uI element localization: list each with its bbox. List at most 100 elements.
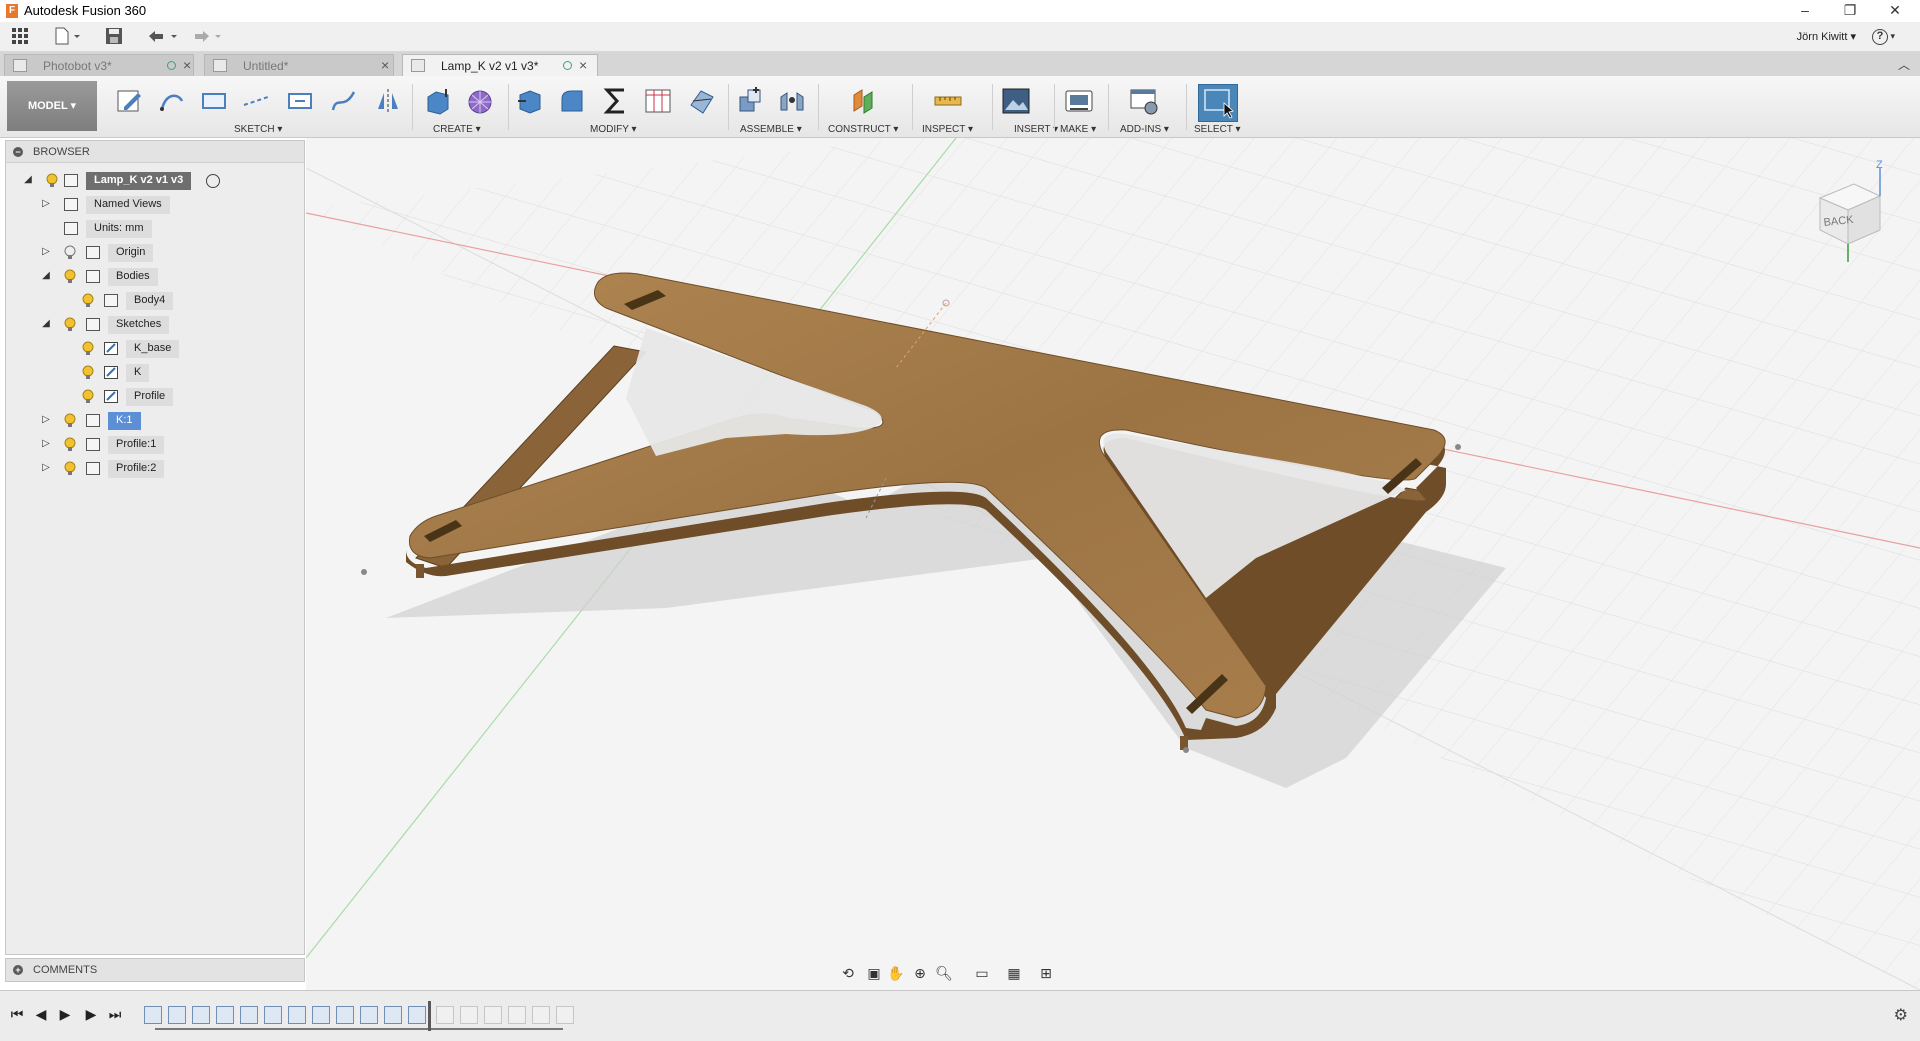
save-icon[interactable] <box>100 27 128 49</box>
tree-root[interactable]: ◢ Lamp_K v2 v1 v3 <box>6 171 304 191</box>
orbit-icon[interactable]: ⟲ <box>838 964 858 982</box>
browser-header[interactable]: − BROWSER <box>6 141 304 163</box>
comments-panel-header[interactable]: + COMMENTS <box>5 958 305 982</box>
go-to-end-icon[interactable]: ⏭ <box>106 1005 124 1023</box>
tree-item-sketches[interactable]: ◢ Sketches <box>6 315 304 335</box>
look-at-icon[interactable]: ▣ <box>864 964 884 982</box>
construct-group-menu[interactable]: CONSTRUCT ▾ <box>828 124 898 135</box>
tree-item-units[interactable]: Units: mm <box>6 219 304 239</box>
inspect-group-menu[interactable]: INSPECT ▾ <box>922 124 973 135</box>
joint-icon[interactable] <box>776 85 808 117</box>
extrude-icon[interactable] <box>422 85 454 117</box>
collapse-tabs-icon[interactable]: ︿ <box>1898 56 1910 73</box>
timeline-feature-fillet[interactable] <box>360 1006 378 1024</box>
fillet-icon[interactable] <box>556 85 588 117</box>
visibility-bulb-icon[interactable] <box>64 437 76 452</box>
minimize-button[interactable]: – <box>1782 0 1828 22</box>
new-component-icon[interactable] <box>734 85 766 117</box>
addins-group-menu[interactable]: ADD-INS ▾ <box>1120 124 1169 135</box>
assemble-group-menu[interactable]: ASSEMBLE ▾ <box>740 124 802 135</box>
text-box-icon[interactable] <box>284 85 316 117</box>
rectangle-icon[interactable] <box>198 85 230 117</box>
close-tab-icon[interactable]: × <box>579 57 587 73</box>
tab-untitled[interactable]: Untitled* × <box>204 54 394 76</box>
sum-icon[interactable] <box>600 85 632 117</box>
visibility-bulb-icon[interactable] <box>64 317 76 332</box>
visibility-bulb-icon[interactable] <box>64 461 76 476</box>
tab-lamp-k[interactable]: Lamp_K v2 v1 v3* × <box>402 54 598 76</box>
insert-group-menu[interactable]: INSERT ▾ <box>1014 124 1058 135</box>
tree-item-origin[interactable]: ▷ Origin <box>6 243 304 263</box>
visibility-bulb-off-icon[interactable] <box>64 245 76 260</box>
redo-icon[interactable] <box>188 27 224 49</box>
display-settings-icon[interactable]: ▭ <box>972 964 992 982</box>
sketch-group-menu[interactable]: SKETCH ▾ <box>234 124 282 135</box>
expand-arrow-icon[interactable]: ▷ <box>40 198 52 210</box>
expand-arrow-icon[interactable]: ▷ <box>40 246 52 258</box>
close-tab-icon[interactable]: × <box>183 57 191 73</box>
activate-radio-icon[interactable] <box>206 174 220 188</box>
timeline-feature-suppressed[interactable] <box>556 1006 574 1024</box>
file-menu-icon[interactable] <box>50 27 86 49</box>
expand-arrow-icon[interactable]: ▷ <box>40 414 52 426</box>
viewports-icon[interactable]: ⊞ <box>1036 964 1056 982</box>
data-panel-grid-icon[interactable] <box>6 27 34 49</box>
timeline-feature-joint[interactable] <box>384 1006 402 1024</box>
step-forward-icon[interactable]: ▶ <box>82 1005 100 1023</box>
make-group-menu[interactable]: MAKE ▾ <box>1060 124 1096 135</box>
scripts-addins-icon[interactable] <box>1128 85 1160 117</box>
timeline-feature-extrude[interactable] <box>168 1006 186 1024</box>
3d-print-icon[interactable] <box>1063 85 1095 117</box>
help-button[interactable]: ? ▾ <box>1872 27 1906 49</box>
step-back-icon[interactable]: ◀ <box>32 1005 50 1023</box>
mirror-icon[interactable] <box>372 85 404 117</box>
visibility-bulb-icon[interactable] <box>82 341 94 356</box>
3d-viewport[interactable]: BACK Z <box>306 138 1920 990</box>
user-account-menu[interactable]: Jörn Kiwitt ▾ <box>1797 30 1856 43</box>
parameters-table-icon[interactable] <box>642 85 674 117</box>
construction-line-icon[interactable] <box>240 85 272 117</box>
zoom-icon[interactable]: ⊕ <box>910 964 930 982</box>
play-icon[interactable]: ▶ <box>56 1005 74 1023</box>
timeline-feature-extrude[interactable] <box>216 1006 234 1024</box>
line-icon[interactable] <box>156 85 188 117</box>
visibility-bulb-icon[interactable] <box>64 269 76 284</box>
close-button[interactable]: ✕ <box>1872 0 1918 22</box>
tree-item-profile1[interactable]: ▷ Profile:1 <box>6 435 304 455</box>
select-group-menu[interactable]: SELECT ▾ <box>1194 124 1241 135</box>
tree-item-profile2[interactable]: ▷ Profile:2 <box>6 459 304 479</box>
view-cube[interactable]: BACK Z <box>1808 158 1898 268</box>
timeline-feature-extrude[interactable] <box>288 1006 306 1024</box>
spline-icon[interactable] <box>328 85 360 117</box>
timeline-feature-move[interactable] <box>408 1006 426 1024</box>
modify-group-menu[interactable]: MODIFY ▾ <box>590 124 637 135</box>
grid-settings-icon[interactable]: ▦ <box>1004 964 1024 982</box>
tree-item-k1[interactable]: ▷ K:1 <box>6 411 304 431</box>
tree-item-k[interactable]: K <box>6 363 304 383</box>
collapse-panel-icon[interactable]: − <box>13 147 23 157</box>
tree-item-k-base[interactable]: K_base <box>6 339 304 359</box>
timeline-settings-gear-icon[interactable]: ⚙ <box>1894 1005 1908 1025</box>
press-pull-icon[interactable] <box>514 85 546 117</box>
restore-button[interactable]: ❐ <box>1827 0 1873 22</box>
timeline-marker[interactable] <box>428 1001 431 1031</box>
create-sketch-icon[interactable] <box>114 85 146 117</box>
timeline-feature-suppressed[interactable] <box>532 1006 550 1024</box>
visibility-bulb-icon[interactable] <box>82 365 94 380</box>
insert-canvas-icon[interactable] <box>1000 85 1032 117</box>
visibility-bulb-icon[interactable] <box>64 413 76 428</box>
collapse-arrow-icon[interactable]: ◢ <box>22 174 34 186</box>
offset-plane-icon[interactable] <box>848 85 880 117</box>
sketch-point[interactable] <box>1455 444 1461 450</box>
create-group-menu[interactable]: CREATE ▾ <box>433 124 481 135</box>
timeline-feature-suppressed[interactable] <box>460 1006 478 1024</box>
timeline-feature-sketch[interactable] <box>144 1006 162 1024</box>
undo-icon[interactable] <box>144 27 180 49</box>
sketch-point[interactable] <box>361 569 367 575</box>
go-to-start-icon[interactable]: ⏮ <box>8 1005 26 1023</box>
sketch-point[interactable] <box>1183 747 1189 753</box>
measure-icon[interactable] <box>932 85 964 117</box>
tree-item-body4[interactable]: Body4 <box>6 291 304 311</box>
timeline-feature-suppressed[interactable] <box>508 1006 526 1024</box>
close-tab-icon[interactable]: × <box>381 57 389 73</box>
